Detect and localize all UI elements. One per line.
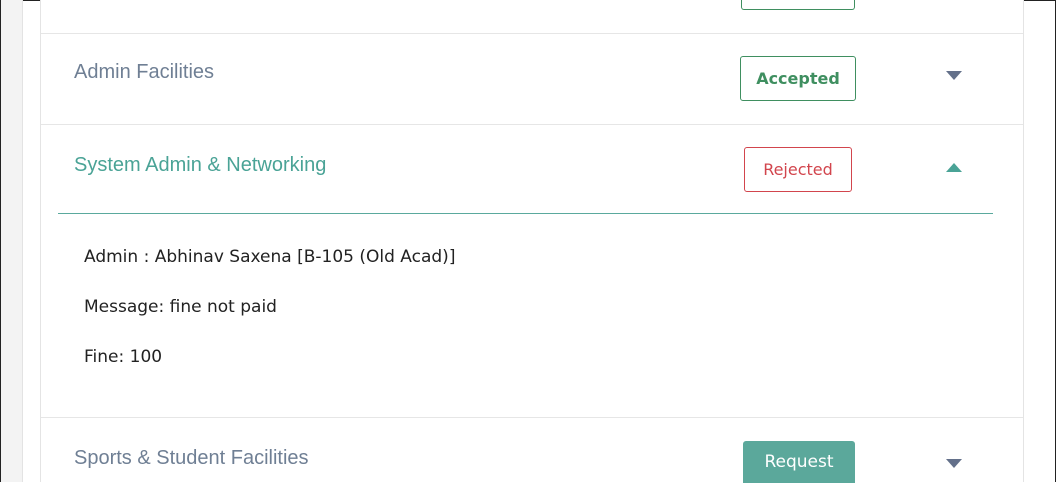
expanded-divider [58, 213, 993, 214]
facility-row-admin[interactable]: Admin Facilities Accepted [41, 33, 1023, 124]
previous-status-badge [741, 0, 855, 10]
facility-row-sports[interactable]: Sports & Student Facilities Request [41, 417, 1023, 483]
status-badge-accepted: Accepted [740, 56, 856, 101]
request-button[interactable]: Request [743, 441, 855, 483]
facility-title: Admin Facilities [74, 61, 215, 83]
detail-message: Message: fine not paid [84, 297, 277, 317]
left-sidebar [1, 0, 23, 482]
facility-title: System Admin & Networking [74, 154, 327, 176]
caret-up-icon[interactable] [946, 163, 962, 172]
status-badge-rejected: Rejected [744, 147, 852, 192]
detail-admin: Admin : Abhinav Saxena [B-105 (Old Acad)… [84, 247, 456, 267]
caret-down-icon[interactable] [946, 459, 962, 468]
facilities-panel: Admin Facilities Accepted System Admin &… [40, 0, 1024, 483]
caret-down-icon[interactable] [946, 71, 962, 80]
facility-title: Sports & Student Facilities [74, 447, 309, 469]
facility-row-system-admin[interactable]: System Admin & Networking Rejected Admin… [41, 124, 1023, 417]
detail-fine: Fine: 100 [84, 347, 163, 367]
